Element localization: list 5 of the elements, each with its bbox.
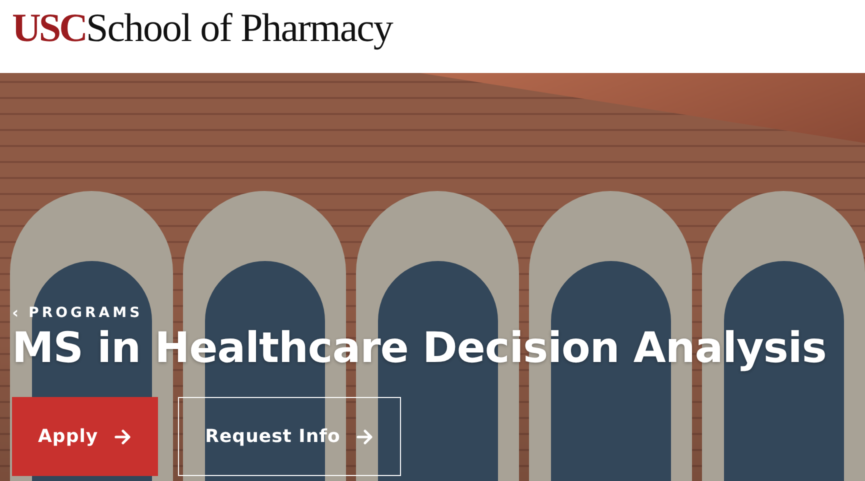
apply-button[interactable]: Apply: [12, 397, 158, 476]
arrow-icon: [114, 428, 132, 446]
logo-text[interactable]: School of Pharmacy: [86, 6, 392, 50]
arrow-icon: [356, 428, 374, 446]
logo-mark[interactable]: USC: [12, 6, 86, 50]
